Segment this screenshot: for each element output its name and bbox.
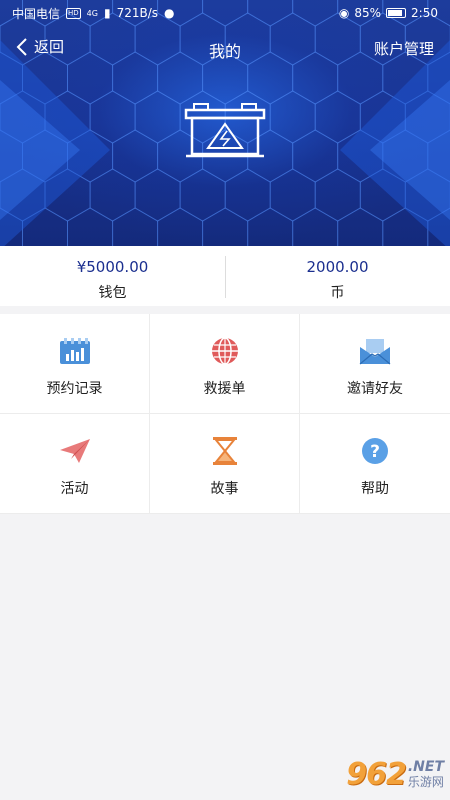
menu-item-invite-friends[interactable]: 邀请好友 [300, 314, 450, 414]
paper-plane-icon [59, 439, 90, 463]
hourglass-icon [212, 437, 237, 465]
watermark-number: 962 [346, 757, 407, 792]
envelope-icon [359, 339, 391, 365]
site-watermark: 962 .NET 乐游网 [346, 757, 444, 792]
status-bar: 中国电信 HD 4G ▮ 721B/s ● ◉ 85% 2:50 [0, 0, 450, 26]
wallet-balance-label: 钱包 [98, 285, 127, 301]
battery-percent: 85% [354, 6, 382, 20]
wallet-balance[interactable]: ¥5000.00 钱包 [0, 246, 225, 306]
menu-item-label: 救援单 [203, 381, 246, 397]
calendar-icon [59, 338, 90, 364]
account-management-button[interactable]: 账户管理 [374, 38, 434, 59]
menu-item-stories[interactable]: 故事 [150, 414, 300, 514]
menu-item-label: 帮助 [361, 481, 389, 497]
message-icon: ● [164, 6, 175, 20]
clock: 2:50 [411, 6, 438, 20]
coin-balance-value: 2000.00 [306, 258, 369, 276]
menu-item-label: 故事 [210, 481, 239, 497]
coin-balance-label: 币 [330, 285, 345, 301]
menu-item-label: 预约记录 [46, 381, 103, 397]
location-icon: ◉ [338, 6, 350, 20]
watermark-net: .NET [407, 759, 444, 775]
network-type: 4G [86, 8, 98, 18]
nav-bar: 返回 我的 账户管理 [0, 30, 450, 64]
coin-balance[interactable]: 2000.00 币 [225, 246, 450, 306]
menu-item-label: 活动 [60, 481, 89, 497]
feature-grid: 预约记录 救援单 邀请好友 活动 故事 ? 帮助 [0, 314, 450, 514]
watermark-site-name: 乐游网 [407, 775, 444, 789]
menu-item-label: 邀请好友 [347, 381, 403, 397]
help-icon: ? [362, 438, 388, 464]
menu-item-appointment-records[interactable]: 预约记录 [0, 314, 150, 414]
car-battery-icon [184, 103, 266, 158]
svg-text:?: ? [370, 442, 380, 462]
divider [225, 256, 226, 298]
wallet-balance-value: ¥5000.00 [76, 258, 149, 276]
header-banner: 中国电信 HD 4G ▮ 721B/s ● ◉ 85% 2:50 返回 我的 账… [0, 0, 450, 246]
signal-icon: ▮ [103, 6, 111, 20]
menu-item-help[interactable]: ? 帮助 [300, 414, 450, 514]
menu-item-activities[interactable]: 活动 [0, 414, 150, 514]
network-speed: 721B/s [116, 6, 159, 20]
menu-item-rescue-orders[interactable]: 救援单 [150, 314, 300, 414]
globe-icon [211, 337, 238, 365]
battery-icon [386, 8, 407, 18]
carrier-name: 中国电信 [12, 6, 61, 21]
hd-badge: HD [66, 7, 81, 19]
